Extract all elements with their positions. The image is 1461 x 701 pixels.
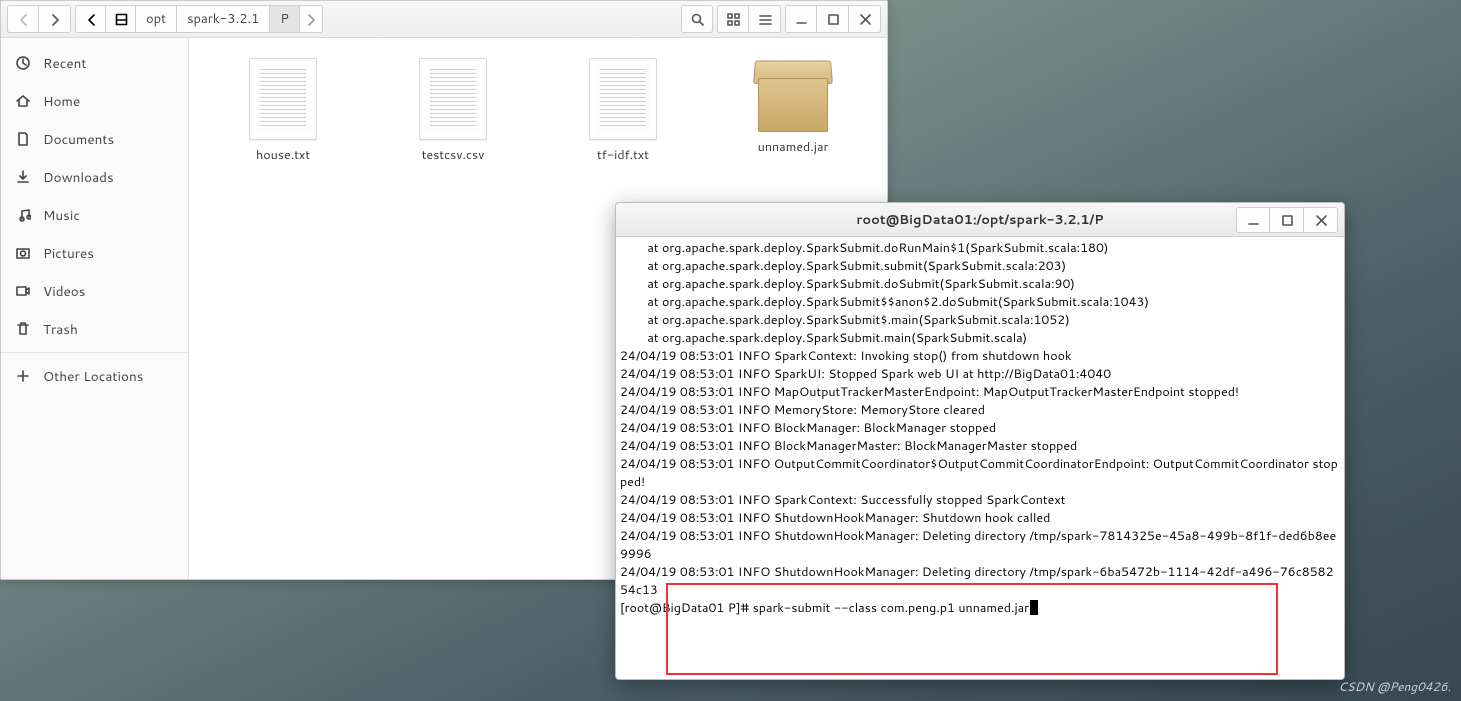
archive-file-icon <box>752 58 834 132</box>
close-button[interactable] <box>849 5 881 33</box>
sidebar-item-recent[interactable]: Recent <box>1 44 188 82</box>
video-icon <box>15 283 31 299</box>
minimize-button[interactable] <box>1236 207 1270 233</box>
sidebar-item-label: Downloads <box>43 168 114 187</box>
sidebar-item-documents[interactable]: Documents <box>1 120 188 158</box>
sidebar-item-label: Trash <box>43 320 78 339</box>
close-icon <box>1314 213 1328 227</box>
grid-icon <box>726 12 740 26</box>
breadcrumb-segment-current[interactable]: P <box>270 6 300 32</box>
trash-icon <box>15 321 31 337</box>
sidebar-separator <box>1 352 188 353</box>
titlebar: opt spark-3.2.1 P <box>1 1 887 38</box>
chevron-right-icon <box>48 12 62 26</box>
sidebar-item-trash[interactable]: Trash <box>1 310 188 348</box>
chevron-left-icon <box>84 12 98 26</box>
terminal-title: root@BigData01:/opt/spark-3.2.1/P <box>856 211 1103 229</box>
sidebar-item-videos[interactable]: Videos <box>1 272 188 310</box>
terminal-titlebar: root@BigData01:/opt/spark-3.2.1/P <box>616 203 1344 237</box>
disk-icon <box>114 12 128 26</box>
maximize-icon <box>1280 213 1294 227</box>
terminal-output: at org.apache.spark.deploy.SparkSubmit.d… <box>620 239 1338 599</box>
minimize-icon <box>1246 213 1260 227</box>
maximize-button[interactable] <box>817 5 849 33</box>
sidebar-item-label: Music <box>43 206 80 225</box>
plus-icon <box>15 368 31 384</box>
path-root[interactable] <box>106 6 136 32</box>
sidebar-item-label: Videos <box>43 282 85 301</box>
back-button[interactable] <box>7 5 39 33</box>
sidebar-item-label: Recent <box>43 54 86 73</box>
download-icon <box>15 169 31 185</box>
path-overflow-right[interactable] <box>300 12 322 26</box>
minimize-button[interactable] <box>785 5 817 33</box>
maximize-icon <box>826 12 840 26</box>
search-icon <box>690 12 704 26</box>
sidebar-item-other-locations[interactable]: Other Locations <box>1 357 188 395</box>
hamburger-menu-button[interactable] <box>749 5 781 33</box>
text-file-icon <box>419 58 487 140</box>
file-label: tf-idf.txt <box>597 146 649 164</box>
sidebar-item-downloads[interactable]: Downloads <box>1 158 188 196</box>
maximize-button[interactable] <box>1270 207 1304 233</box>
chevron-right-icon <box>304 12 318 26</box>
file-item[interactable]: testcsv.csv <box>393 58 513 164</box>
chevron-left-icon <box>16 12 30 26</box>
sidebar-item-label: Pictures <box>43 244 94 263</box>
breadcrumb-segment-spark[interactable]: spark-3.2.1 <box>177 6 270 32</box>
file-label: unnamed.jar <box>758 138 829 156</box>
sidebar-item-pictures[interactable]: Pictures <box>1 234 188 272</box>
close-icon <box>858 12 872 26</box>
file-label: testcsv.csv <box>422 146 485 164</box>
terminal-window: root@BigData01:/opt/spark-3.2.1/P at org… <box>615 202 1345 680</box>
close-button[interactable] <box>1304 207 1338 233</box>
camera-icon <box>15 245 31 261</box>
view-grid-button[interactable] <box>717 5 749 33</box>
highlight-box <box>666 583 1278 675</box>
breadcrumb: opt spark-3.2.1 P <box>75 5 323 33</box>
music-icon <box>15 207 31 223</box>
path-overflow-left[interactable] <box>76 6 106 32</box>
file-item[interactable]: house.txt <box>223 58 343 164</box>
sidebar-item-label: Home <box>43 92 80 111</box>
home-icon <box>15 93 31 109</box>
file-item[interactable]: unnamed.jar <box>733 58 853 156</box>
forward-button[interactable] <box>39 5 71 33</box>
sidebar-item-music[interactable]: Music <box>1 196 188 234</box>
breadcrumb-segment-opt[interactable]: opt <box>136 6 177 32</box>
sidebar-item-label: Other Locations <box>43 367 143 386</box>
file-label: house.txt <box>256 146 310 164</box>
file-icon <box>15 131 31 147</box>
menu-icon <box>758 12 772 26</box>
sidebar: Recent Home Documents Downloads Music Pi… <box>1 38 189 579</box>
file-item[interactable]: tf-idf.txt <box>563 58 683 164</box>
sidebar-item-home[interactable]: Home <box>1 82 188 120</box>
sidebar-item-label: Documents <box>43 130 114 149</box>
watermark: CSDN @Peng0426. <box>1338 678 1451 695</box>
search-button[interactable] <box>681 5 713 33</box>
text-file-icon <box>589 58 657 140</box>
minimize-icon <box>794 12 808 26</box>
clock-icon <box>15 55 31 71</box>
text-file-icon <box>249 58 317 140</box>
